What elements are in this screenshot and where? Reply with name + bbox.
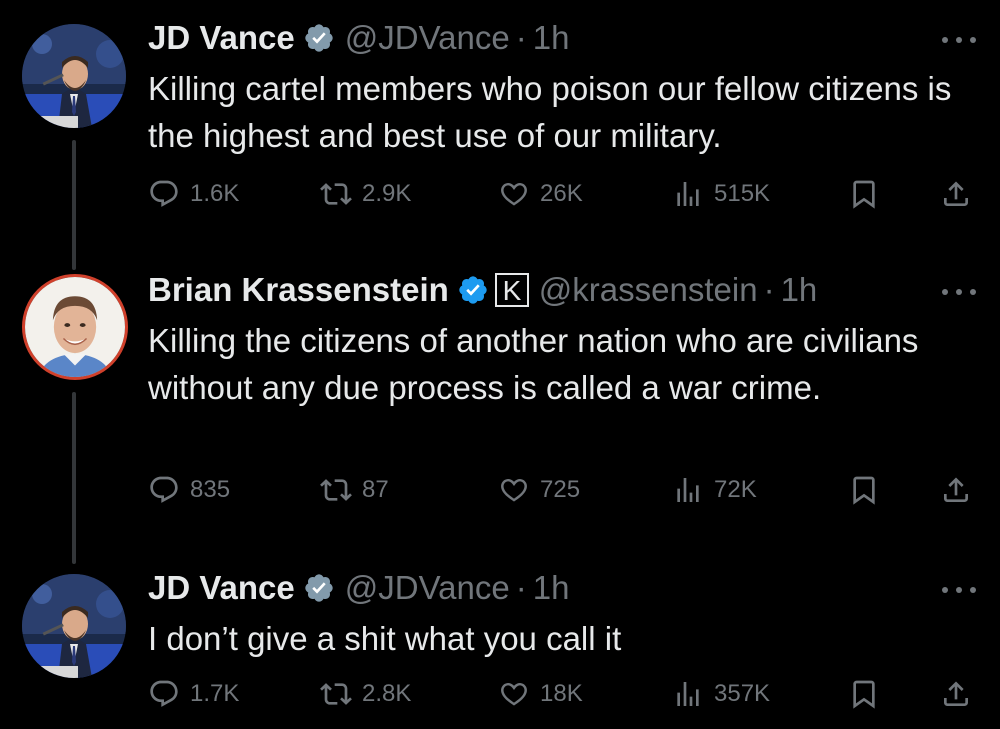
timestamp[interactable]: 1h [781, 271, 818, 309]
reply-icon [150, 180, 178, 207]
reply-button[interactable]: 1.7K [148, 678, 239, 710]
separator-dot: · [515, 569, 527, 606]
more-icon[interactable] [942, 282, 976, 302]
share-button[interactable] [940, 678, 982, 710]
action-bar: 1.7K 2.8K 18K 357K [0, 678, 1000, 718]
tweet[interactable]: JD Vance @JDVance · 1h I don’t give a sh… [0, 550, 1000, 729]
views-button[interactable]: 515K [672, 178, 770, 210]
display-name[interactable]: JD Vance [148, 19, 295, 57]
username-handle[interactable]: @JDVance [345, 19, 510, 57]
verified-badge-icon [303, 572, 335, 604]
timestamp[interactable]: 1h [533, 569, 570, 607]
share-button[interactable] [940, 178, 982, 210]
views-icon [677, 682, 699, 706]
retweet-icon [320, 683, 352, 705]
reply-count: 1.7K [190, 680, 240, 707]
tweet[interactable]: JD Vance @JDVance · 1h Killing cartel me… [0, 0, 1000, 240]
action-bar: 1.6K 2.9K 26K 515K [0, 178, 1000, 218]
action-bar: 835 87 725 72K [0, 474, 1000, 514]
like-button[interactable]: 18K [498, 678, 583, 710]
display-name[interactable]: JD Vance [148, 569, 295, 607]
views-count: 72K [714, 476, 757, 503]
avatar-jd-vance[interactable] [22, 24, 126, 128]
reply-icon [150, 476, 178, 503]
views-icon [677, 478, 699, 502]
bookmark-icon [853, 180, 875, 209]
bookmark-icon [853, 680, 875, 709]
bookmark-button[interactable] [848, 474, 890, 506]
reply-count: 835 [190, 476, 231, 503]
tweet[interactable]: Brian Krassenstein K @krassenstein · 1h … [0, 250, 1000, 540]
affiliate-badge-letter: K [502, 275, 521, 306]
retweet-count: 2.9K [362, 180, 412, 207]
share-icon [944, 681, 968, 706]
bookmark-icon [853, 476, 875, 505]
avatar-brian-krassenstein[interactable] [22, 274, 128, 380]
more-icon[interactable] [942, 580, 976, 600]
tweet-header: JD Vance @JDVance · 1h [148, 566, 569, 610]
like-icon [501, 183, 527, 206]
tweet-header: Brian Krassenstein K @krassenstein · 1h [148, 268, 817, 312]
separator-dot: · [763, 271, 775, 308]
like-button[interactable]: 725 [498, 474, 580, 506]
share-icon [944, 477, 968, 502]
bookmark-button[interactable] [848, 178, 890, 210]
retweet-count: 87 [362, 476, 389, 503]
reply-count: 1.6K [190, 180, 240, 207]
views-button[interactable]: 357K [672, 678, 770, 710]
views-button[interactable]: 72K [672, 474, 757, 506]
more-icon[interactable] [942, 30, 976, 50]
tweet-text: Killing cartel members who poison our fe… [148, 70, 952, 154]
retweet-icon [320, 183, 352, 205]
like-count: 725 [540, 476, 581, 503]
views-icon [677, 182, 699, 206]
affiliate-k-icon[interactable]: K [494, 273, 529, 307]
verified-badge-icon [457, 274, 489, 306]
like-button[interactable]: 26K [498, 178, 583, 210]
views-count: 515K [714, 180, 771, 207]
bookmark-button[interactable] [848, 678, 890, 710]
reply-button[interactable]: 835 [148, 474, 230, 506]
like-icon [501, 479, 527, 502]
like-count: 18K [540, 680, 583, 707]
tweet-text: I don’t give a shit what you call it [148, 620, 622, 657]
separator-dot: · [515, 19, 527, 56]
like-count: 26K [540, 180, 583, 207]
verified-badge-icon [303, 22, 335, 54]
retweet-count: 2.8K [362, 680, 412, 707]
timestamp[interactable]: 1h [533, 19, 570, 57]
reply-button[interactable]: 1.6K [148, 178, 239, 210]
share-icon [944, 181, 968, 206]
reply-icon [150, 680, 178, 707]
display-name[interactable]: Brian Krassenstein [148, 271, 449, 309]
username-handle[interactable]: @JDVance [345, 569, 510, 607]
retweet-button[interactable]: 2.9K [320, 178, 411, 210]
retweet-button[interactable]: 87 [320, 474, 389, 506]
retweet-button[interactable]: 2.8K [320, 678, 411, 710]
tweet-header: JD Vance @JDVance · 1h [148, 16, 569, 60]
retweet-icon [320, 479, 352, 501]
avatar-jd-vance[interactable] [22, 574, 126, 678]
username-handle[interactable]: @krassenstein [539, 271, 758, 309]
tweet-text: Killing the citizens of another nation w… [148, 322, 919, 406]
share-button[interactable] [940, 474, 982, 506]
like-icon [501, 683, 527, 706]
views-count: 357K [714, 680, 771, 707]
